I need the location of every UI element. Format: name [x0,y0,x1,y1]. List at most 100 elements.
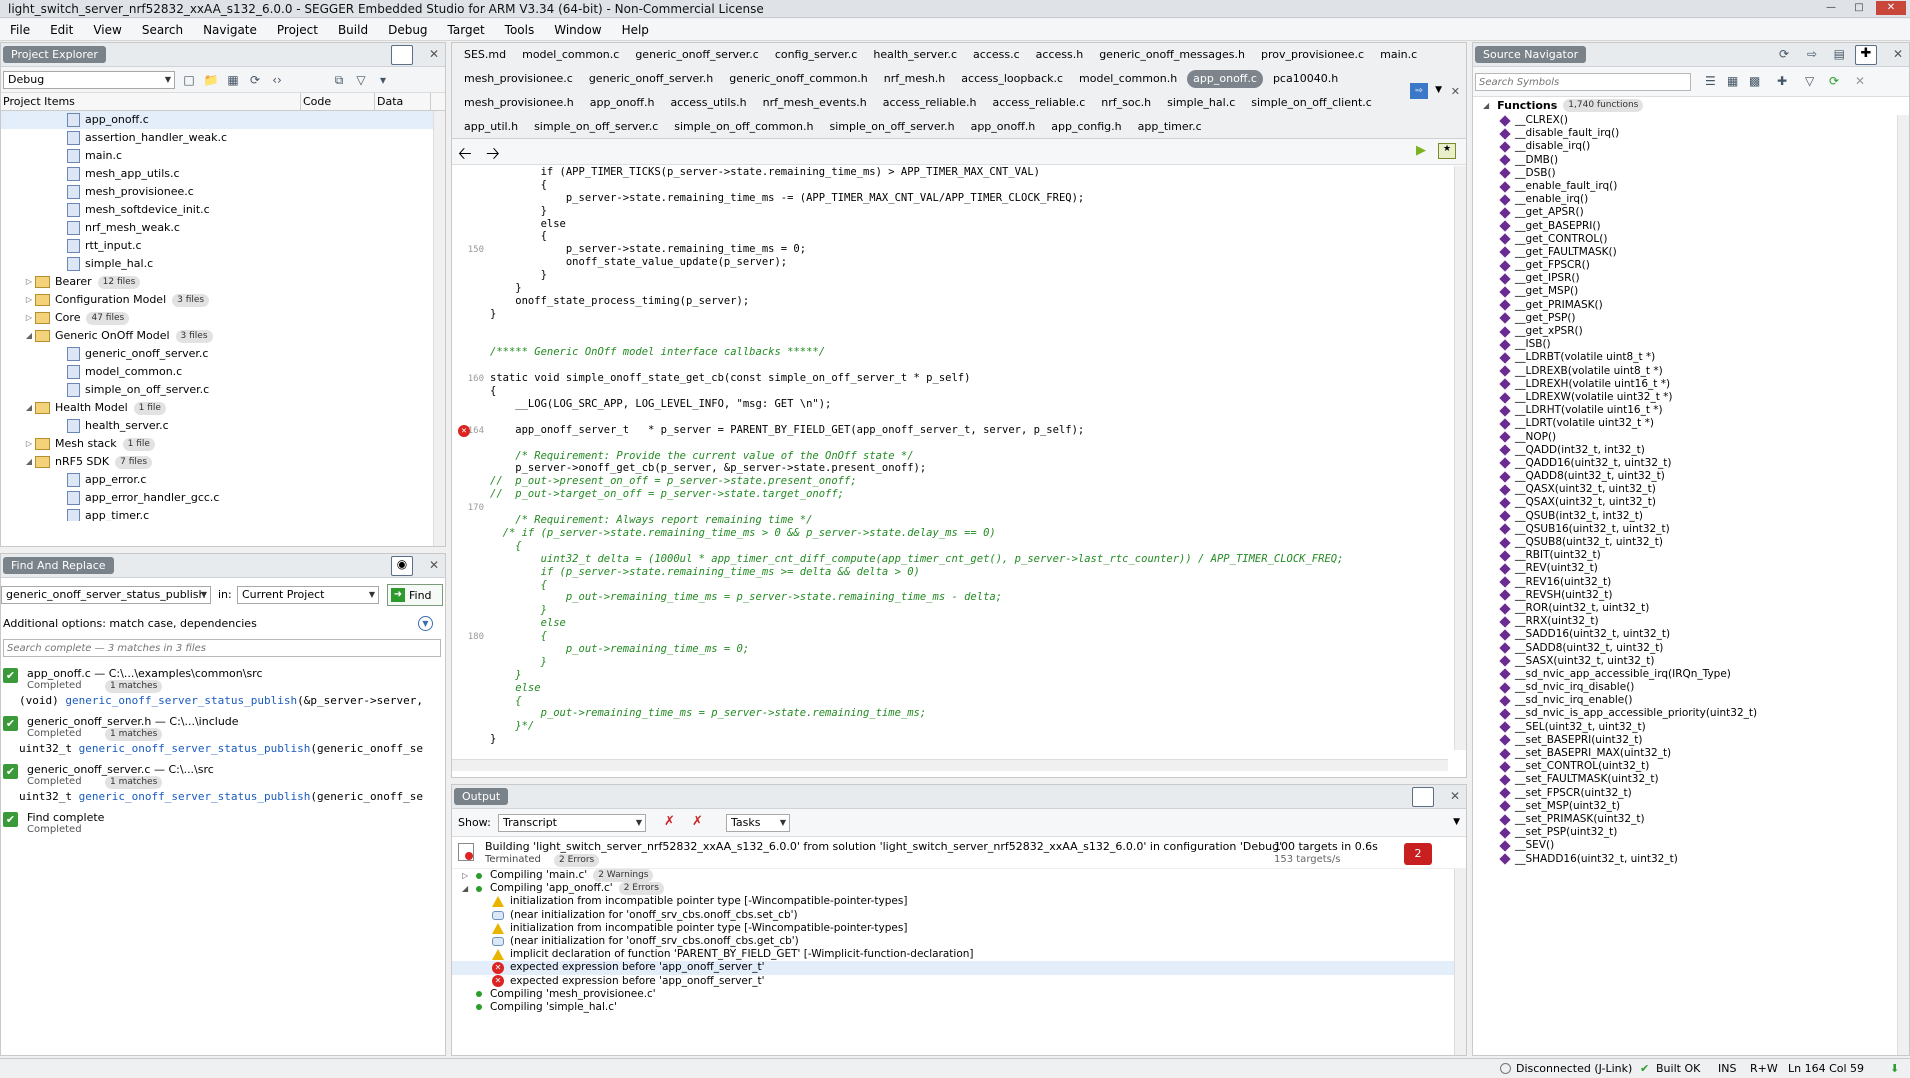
code-line[interactable] [452,437,1448,450]
editor-tab[interactable]: app_config.h [1045,118,1127,136]
editor-tab[interactable]: model_common.h [1073,70,1183,88]
tree-scrollbar[interactable] [433,111,445,546]
code-line[interactable]: if (APP_TIMER_TICKS(p_server->state.rema… [452,166,1448,179]
code-line[interactable]: }*/ [452,720,1448,733]
function-item[interactable]: __get_PRIMASK() [1473,299,1909,312]
code-line[interactable]: { [452,540,1448,553]
code-line[interactable]: /* Requirement: Always report remaining … [452,514,1448,527]
editor-tab[interactable]: mesh_provisionee.c [458,70,579,88]
code-line[interactable]: /***** Generic OnOff model interface cal… [452,346,1448,359]
sync-icon[interactable]: ⟳ [247,72,263,88]
filter-icon[interactable]: ▽ [353,72,369,88]
find-result[interactable]: ✔ generic_onoff_server.c — C:\...\src Comp… [3,762,443,814]
filter-icon[interactable]: ▽ [1805,74,1814,88]
expand-icon[interactable]: ▷ [23,291,35,309]
tree-file[interactable]: mesh_softdevice_init.c [1,201,445,219]
code-line[interactable]: 160 static void simple_onoff_state_get_cb… [452,372,1448,385]
code-line[interactable]: } [452,656,1448,669]
editor-tab[interactable]: pca10040.h [1267,70,1344,88]
editor-vscrollbar[interactable] [1454,166,1466,750]
menu-target[interactable]: Target [438,19,495,41]
collapse-icon[interactable]: ◢ [23,327,35,345]
collapse-icon[interactable]: ◢ [23,399,35,417]
editor-tab[interactable]: mesh_provisionee.h [458,94,580,112]
find-button[interactable]: ➜ Find [387,584,443,606]
tree-folder[interactable]: ▷ Core 47 files [1,309,445,327]
hierarchy-icon[interactable]: ▩ [1749,74,1760,88]
tasks-select[interactable]: Tasks [726,814,790,832]
function-item[interactable]: __REVSH(uint32_t) [1473,589,1909,602]
editor-tab[interactable]: generic_onoff_server.c [629,46,764,64]
close-tab-icon[interactable]: ✕ [1451,85,1460,98]
function-item[interactable]: __sd_nvic_irq_disable() [1473,681,1909,694]
function-item[interactable]: __LDRT(volatile uint32_t *) [1473,417,1909,430]
menu-search[interactable]: Search [132,19,193,41]
function-item[interactable]: __DMB() [1473,154,1909,167]
code-line[interactable]: { [452,230,1448,243]
function-item[interactable]: __get_FPSCR() [1473,259,1909,272]
maximize-button[interactable]: □ [1848,1,1870,15]
download-icon[interactable]: ⬇ [1890,1062,1899,1075]
monitor-icon[interactable]: ▤ [1834,47,1845,61]
editor-tab[interactable]: health_server.c [867,46,963,64]
code-line[interactable]: else [452,682,1448,695]
refresh-icon[interactable]: ⟳ [1829,74,1839,88]
close-button[interactable]: ✕ [1876,1,1906,15]
export-icon[interactable]: ⇨ [1807,47,1817,61]
editor-tab[interactable]: app_util.h [458,118,524,136]
editor-tab[interactable]: access_loopback.c [955,70,1069,88]
code-line[interactable]: p_out->remaining_time_ms = 0; [452,643,1448,656]
binoculars-icon[interactable]: ◉ [391,556,413,576]
function-item[interactable]: __SEL(uint32_t, uint32_t) [1473,721,1909,734]
tree-file[interactable]: mesh_provisionee.c [1,183,445,201]
tree-file[interactable]: mesh_app_utils.c [1,165,445,183]
code-line[interactable]: } [452,205,1448,218]
menu-navigate[interactable]: Navigate [193,19,267,41]
function-item[interactable]: __LDREXW(volatile uint32_t *) [1473,391,1909,404]
code-line[interactable]: p_server->onoff_get_cb(p_server, &p_serv… [452,462,1448,475]
function-item[interactable]: __QADD16(uint32_t, uint32_t) [1473,457,1909,470]
function-item[interactable]: __SADD8(uint32_t, uint32_t) [1473,642,1909,655]
code-line[interactable] [452,411,1448,424]
output-row[interactable]: (near initialization for 'onoff_srv_cbs.… [452,935,1466,948]
expand-options-icon[interactable]: ▼ [418,616,433,631]
close-panel-icon[interactable]: ✕ [429,558,439,572]
chevron-down-icon[interactable]: ▾ [375,72,391,88]
editor-tab[interactable]: main.c [1374,46,1423,64]
function-item[interactable]: __SHADD16(uint32_t, uint32_t) [1473,853,1909,866]
editor-tab[interactable]: access_reliable.c [986,94,1091,112]
code-line[interactable] [452,334,1448,347]
code-line[interactable]: { [452,385,1448,398]
output-row[interactable]: Compiling 'mesh_provisionee.c' [452,988,1466,1001]
pin-icon[interactable]: ✚ [1855,45,1877,65]
code-icon[interactable]: ‹› [269,72,285,88]
show-select[interactable]: Transcript [498,814,646,832]
function-item[interactable]: __QADD(int32_t, int32_t) [1473,444,1909,457]
code-line[interactable] [452,321,1448,334]
editor-tab[interactable]: simple_hal.c [1161,94,1241,112]
editor-tab[interactable]: app_timer.c [1132,118,1208,136]
editor-tab[interactable]: simple_on_off_server.h [823,118,960,136]
tree-file[interactable]: simple_hal.c [1,255,445,273]
menu-file[interactable]: File [0,19,40,41]
editor-tab[interactable]: nrf_mesh_events.h [757,94,873,112]
functions-section[interactable]: ◢ Functions 1,740 functions [1473,97,1909,114]
menu-tools[interactable]: Tools [495,19,545,41]
code-line[interactable]: 164 ✕ app_onoff_server_t * p_server = PAR… [452,424,1448,437]
function-item[interactable]: __DSB() [1473,167,1909,180]
function-item[interactable]: __sd_nvic_is_app_accessible_priority(uin… [1473,707,1909,720]
editor-tab[interactable]: simple_on_off_client.c [1245,94,1378,112]
additional-options[interactable]: Additional options: match case, dependen… [3,617,257,630]
menu-build[interactable]: Build [328,19,378,41]
tab-list-icon[interactable]: ⇨ [1410,83,1428,99]
tree-folder[interactable]: ▷ Configuration Model 3 files [1,291,445,309]
tree-file[interactable]: rtt_input.c [1,237,445,255]
tree-folder[interactable]: ▷ Bearer 12 files [1,273,445,291]
function-item[interactable]: __get_APSR() [1473,206,1909,219]
code-line[interactable]: p_out->remaining_time_ms = p_server->sta… [452,707,1448,720]
function-item[interactable]: __REV16(uint32_t) [1473,576,1909,589]
navigator-scrollbar[interactable] [1897,115,1909,1055]
function-item[interactable]: __get_BASEPRI() [1473,220,1909,233]
chevron-down-icon[interactable]: ▼ [1435,85,1442,95]
tree-file[interactable]: app_timer.c [1,507,445,521]
